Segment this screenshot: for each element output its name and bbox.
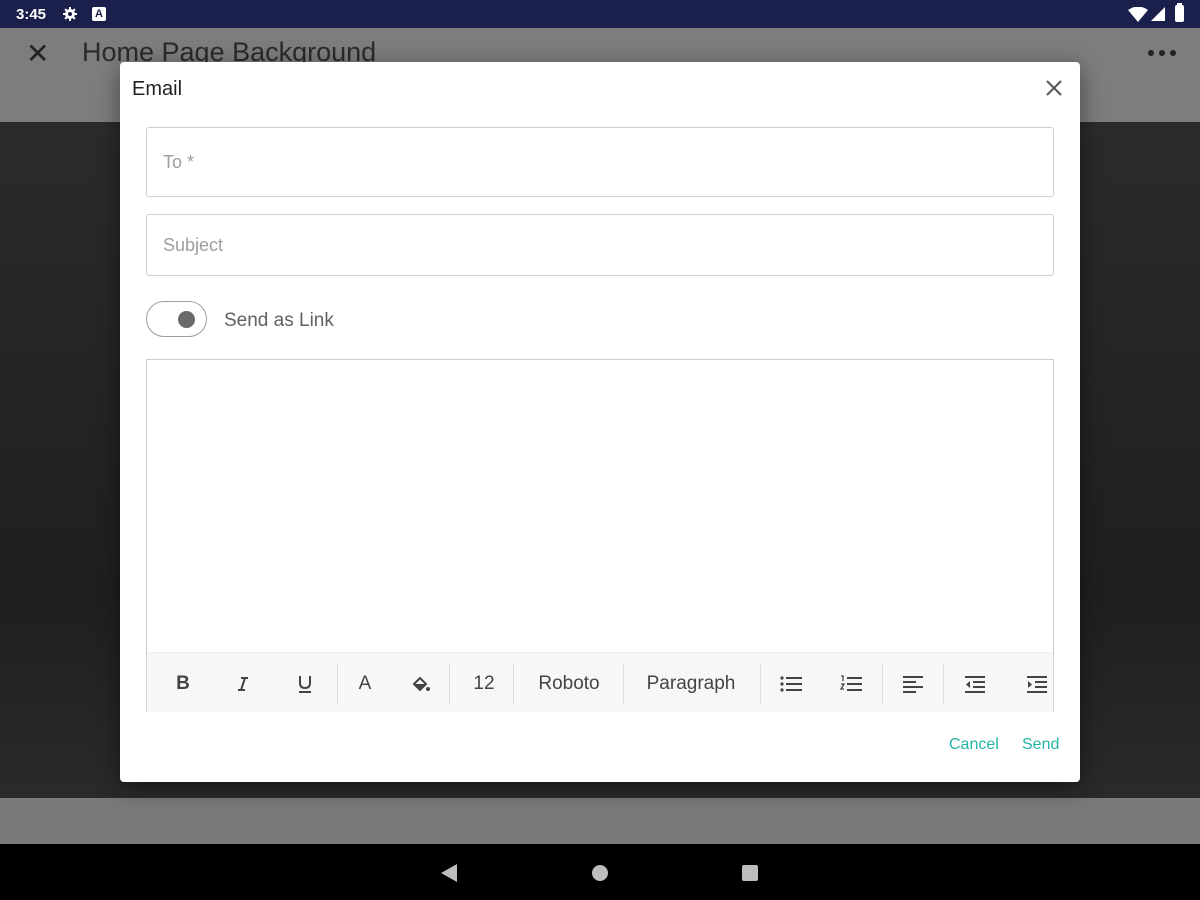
indent-icon <box>1027 675 1047 693</box>
close-icon[interactable] <box>1042 76 1066 100</box>
outdent-icon <box>965 675 985 693</box>
indent-button[interactable] <box>1009 653 1053 712</box>
align-left-button[interactable] <box>885 653 941 712</box>
wifi-icon <box>1128 7 1148 22</box>
fill-bucket-icon <box>412 676 430 691</box>
message-body-input[interactable] <box>147 360 1053 652</box>
toggle-knob <box>178 311 195 328</box>
outdent-button[interactable] <box>947 653 1003 712</box>
italic-icon <box>238 676 248 691</box>
numbered-list-icon <box>840 674 862 691</box>
align-left-icon <box>903 675 923 693</box>
more-icon[interactable] <box>1148 50 1176 56</box>
message-editor: B A 12 Roboto Paragraph <box>146 359 1054 712</box>
subject-input[interactable] <box>147 215 1053 275</box>
status-time: 3:45 <box>16 6 47 23</box>
to-field <box>146 127 1054 197</box>
toolbar-divider <box>337 663 338 705</box>
recents-nav-icon[interactable] <box>742 865 758 881</box>
home-nav-icon[interactable] <box>592 865 608 881</box>
underline-button[interactable] <box>279 653 331 712</box>
close-icon[interactable]: ✕ <box>26 40 49 68</box>
toolbar-divider <box>882 663 883 705</box>
bulleted-list-button[interactable] <box>763 653 819 712</box>
navigation-bar <box>0 844 1200 900</box>
toolbar-divider <box>623 663 624 705</box>
subject-field <box>146 214 1054 276</box>
font-color-button[interactable]: A <box>339 653 391 712</box>
toolbar-divider <box>513 663 514 705</box>
highlight-button[interactable] <box>395 653 447 712</box>
underline-icon <box>299 675 311 693</box>
cancel-button[interactable]: Cancel <box>949 736 999 754</box>
bulleted-list-icon <box>780 675 802 692</box>
font-size-select[interactable]: 12 <box>453 653 515 712</box>
app-footer <box>0 798 1200 844</box>
font-family-select[interactable]: Roboto <box>517 653 621 712</box>
toolbar-divider <box>943 663 944 705</box>
back-nav-icon[interactable] <box>441 864 457 882</box>
status-bar: 3:45 A <box>0 0 1200 28</box>
email-dialog: Email Send as Link B A 12 <box>120 62 1080 782</box>
format-toolbar: B A 12 Roboto Paragraph <box>147 652 1053 712</box>
numbered-list-button[interactable] <box>823 653 879 712</box>
signal-icon <box>1151 7 1165 21</box>
bold-button[interactable]: B <box>157 653 209 712</box>
to-input[interactable] <box>147 128 1053 196</box>
dialog-title: Email <box>132 78 183 100</box>
send-as-link-toggle[interactable] <box>146 301 207 337</box>
notification-icon: A <box>92 7 106 21</box>
toolbar-divider <box>449 663 450 705</box>
dialog-actions: Cancel Send <box>120 736 1080 760</box>
send-as-link-label: Send as Link <box>224 310 334 331</box>
send-button[interactable]: Send <box>1022 736 1059 754</box>
gear-icon <box>63 7 77 21</box>
block-format-select[interactable]: Paragraph <box>627 653 755 712</box>
italic-button[interactable] <box>217 653 269 712</box>
toolbar-divider <box>760 663 761 705</box>
battery-icon <box>1175 3 1184 22</box>
